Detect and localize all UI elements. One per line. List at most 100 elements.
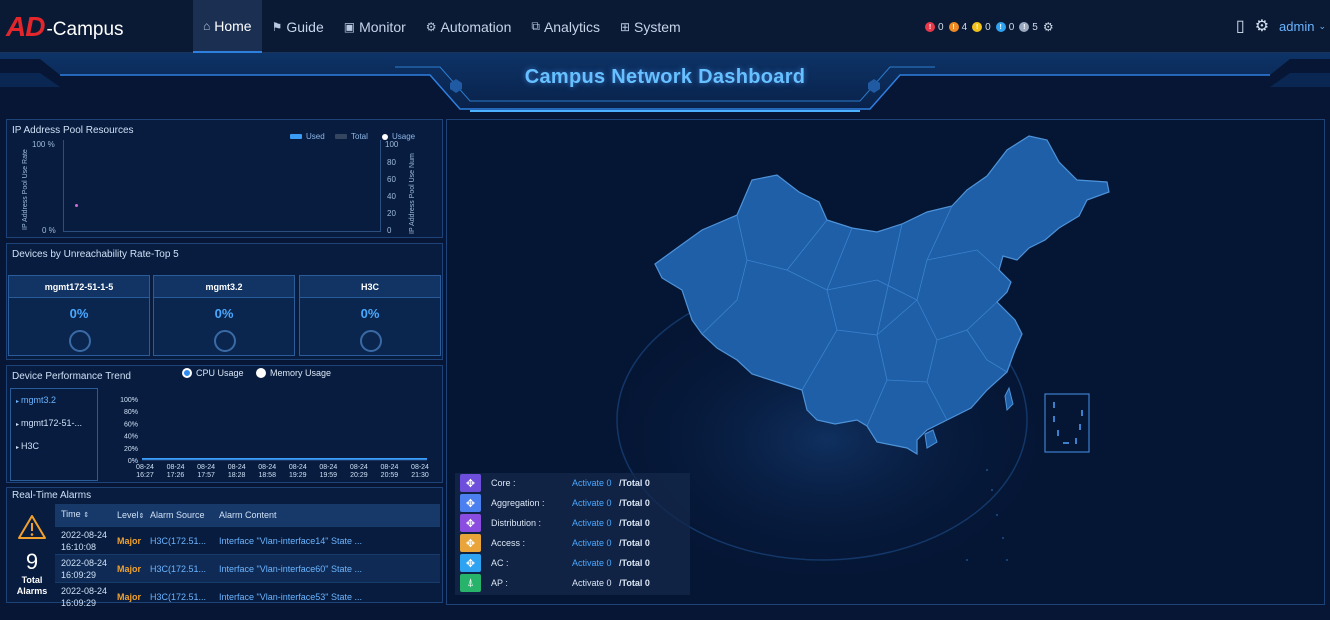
col-label: Time [61, 509, 81, 519]
device-list-item[interactable]: ▸ mgmt3.2 [11, 389, 97, 412]
device-rate: 0% [214, 306, 234, 321]
user-menu[interactable]: admin [1279, 19, 1314, 34]
app-logo[interactable]: AD -Campus [6, 10, 124, 44]
device-type-row[interactable]: ✥ Aggregation : Activate 0 /Total 0 [460, 493, 650, 513]
device-card[interactable]: H3C 0% [299, 275, 441, 356]
alarm-clock: 16:09:29 [61, 597, 97, 608]
device-list-label: mgmt172-51-... [21, 418, 83, 428]
x-tick-label: 18:58 [258, 472, 276, 479]
nav-home[interactable]: ⌂ Home [193, 0, 262, 53]
alarm-date: 2022-08-24 [61, 557, 108, 568]
alarm-level: Major [117, 563, 142, 574]
device-type-activate[interactable]: Activate 0 [572, 538, 619, 548]
alarm-row[interactable]: 2022-08-24 16:10:08 Major H3C(172.51... I… [55, 526, 440, 554]
legend-total[interactable]: Total [335, 132, 368, 141]
device-type-name: Aggregation : [491, 498, 545, 508]
device-list-label: H3C [21, 441, 40, 451]
rate-ring [69, 330, 91, 352]
alarm-row[interactable]: 2022-08-24 16:09:29 Major H3C(172.51... I… [55, 554, 440, 582]
device-list-label: mgmt3.2 [21, 395, 57, 405]
nav-system[interactable]: ⊞ System [610, 0, 691, 53]
device-type-row[interactable]: ✥ Core : Activate 0 /Total 0 [460, 473, 650, 493]
alarm-source[interactable]: H3C(172.51... [150, 536, 215, 546]
device-type-activate[interactable]: Activate 0 [572, 518, 619, 528]
caret-right-icon: ▸ [16, 422, 20, 428]
right-axis-tick: 0 [387, 226, 392, 235]
device-list-item[interactable]: ▸ H3C [11, 435, 97, 458]
radio-memory-usage[interactable]: Memory Usage [256, 368, 331, 378]
nav-label: System [634, 18, 681, 35]
monitor-icon: ▣ [343, 19, 356, 34]
nav-label: Home [214, 17, 252, 34]
alarm-clock: 16:10:08 [61, 541, 97, 552]
legend-swatch [382, 133, 388, 140]
gear-icon[interactable]: ⚙ [1255, 16, 1269, 36]
nav-guide[interactable]: ⚑ Guide [262, 0, 334, 53]
device-list-item[interactable]: ▸ mgmt172-51-... [11, 412, 97, 435]
total-alarm-label: Total [21, 575, 43, 585]
alarm-settings-icon[interactable]: ⚙ [1043, 20, 1054, 34]
device-list: ▸ mgmt3.2 ▸ mgmt172-51-... ▸ H3C [10, 388, 98, 481]
x-axis-line [63, 231, 380, 232]
device-type-activate[interactable]: Activate 0 [572, 478, 619, 488]
chevron-down-icon[interactable]: ⌄ [1318, 21, 1326, 32]
logo-campus: -Campus [46, 19, 124, 40]
alarm-table-header: Time ⇕ Level⇕ Alarm Source Alarm Content [55, 504, 440, 526]
radio-selected-icon [182, 368, 192, 378]
device-type-legend: ✥ Core : Activate 0 /Total 0 ✥ Aggregati… [455, 473, 690, 595]
info-alarm-count: 5 [1032, 21, 1038, 33]
legend-swatch [290, 134, 302, 139]
device-type-row[interactable]: ✥ AC : Activate 0 /Total 0 [460, 553, 650, 573]
document-icon[interactable]: ▯ [1236, 16, 1245, 36]
major-alarm-icon: ! [948, 22, 959, 32]
device-card[interactable]: mgmt172-51-1-5 0% [8, 275, 150, 356]
alarms-panel: Real-Time Alarms 9 Total Alarms Time ⇕ L… [6, 487, 443, 608]
alarm-source[interactable]: H3C(172.51... [150, 564, 215, 574]
x-tick-label: 17:57 [197, 472, 215, 479]
device-type-activate[interactable]: Activate 0 [572, 578, 619, 588]
device-name: H3C [300, 276, 440, 298]
device-type-row[interactable]: ✥ Access : Activate 0 /Total 0 [460, 533, 650, 553]
sort-icon: ⇕ [83, 512, 90, 519]
alarm-row[interactable]: 2022-08-24 16:09:29 Major H3C(172.51... I… [55, 582, 440, 610]
col-label: Alarm Content [219, 510, 277, 520]
right-axis-line [380, 140, 381, 232]
alarm-date: 2022-08-24 [61, 585, 108, 596]
x-tick-label: 17:26 [167, 472, 185, 479]
device-type-activate[interactable]: Activate 0 [572, 498, 619, 508]
col-source: Alarm Source [150, 510, 215, 520]
sort-icon: ⇕ [138, 513, 145, 520]
right-axis-tick: 100 [385, 140, 399, 149]
y-tick-label: 20% [124, 446, 138, 453]
total-alarms[interactable]: 9 Total Alarms [10, 514, 54, 598]
y-tick-label: 60% [124, 421, 138, 428]
col-level[interactable]: Level⇕ [117, 510, 150, 520]
device-rate: 0% [69, 306, 89, 321]
alarm-time: 2022-08-24 16:10:08 [55, 529, 117, 553]
alarm-source[interactable]: H3C(172.51... [150, 592, 215, 602]
distribution-switch-icon: ✥ [460, 514, 481, 532]
nav-automation[interactable]: ⚙ Automation [416, 0, 522, 53]
x-tick-label: 08-24 [136, 464, 154, 471]
alarm-date: 2022-08-24 [61, 529, 108, 540]
alarm-level: Major [117, 591, 142, 602]
legend-swatch [335, 134, 347, 139]
legend-used[interactable]: Used [290, 132, 325, 141]
device-type-name: AC : [491, 558, 509, 568]
x-tick-label: 08-24 [258, 464, 276, 471]
nav-analytics[interactable]: ⧉ Analytics [521, 0, 610, 53]
device-card[interactable]: mgmt3.2 0% [153, 275, 295, 356]
radio-cpu-usage[interactable]: CPU Usage [182, 368, 244, 378]
device-rate: 0% [360, 306, 380, 321]
col-time[interactable]: Time ⇕ [55, 508, 117, 522]
rate-ring [360, 330, 382, 352]
device-type-row[interactable]: ⍋ AP : Activate 0 /Total 0 [460, 573, 650, 593]
nav-monitor[interactable]: ▣ Monitor [334, 0, 416, 53]
device-type-row[interactable]: ✥ Distribution : Activate 0 /Total 0 [460, 513, 650, 533]
alarm-count-strip[interactable]: ! 0 ! 4 ! 0 ! 0 ! 5 ⚙ [925, 20, 1054, 34]
aggregation-switch-icon: ✥ [460, 494, 481, 512]
dashboard-title: Campus Network Dashboard [524, 66, 806, 88]
device-type-total: /Total 0 [619, 498, 650, 508]
device-type-activate[interactable]: Activate 0 [572, 558, 619, 568]
x-tick-label: 08-24 [167, 464, 185, 471]
